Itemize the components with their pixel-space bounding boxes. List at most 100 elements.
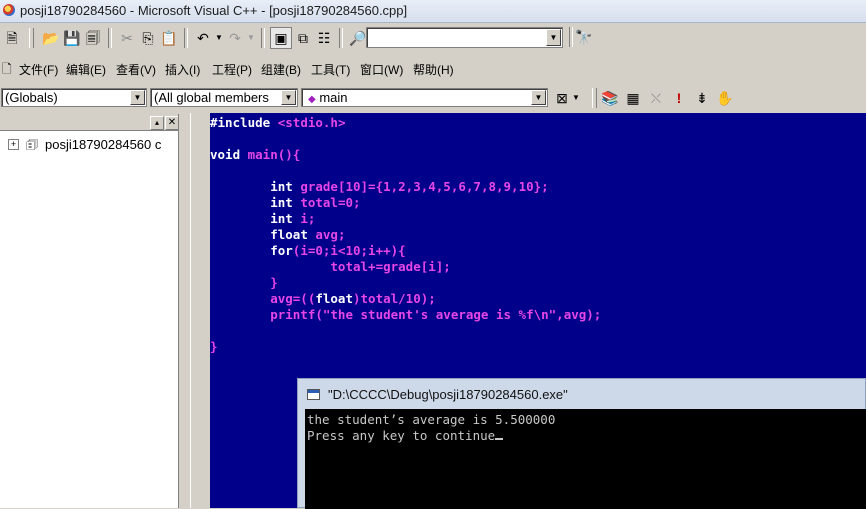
title-bar: posji18790284560 - Microsoft Visual C++ … [0,0,866,23]
undo-icon[interactable]: ↶ [193,28,213,48]
window-list-icon[interactable]: ☷ [314,28,334,48]
code-line-5: int grade[10]={1,2,3,4,5,6,7,8,9,10}; [210,179,549,194]
code-line-6: int total=0; [210,195,361,210]
menu-view[interactable]: 查看(V) [116,61,156,78]
code-line-3: void main(){ [210,147,300,162]
function-combo-text: ◆ main [308,90,348,105]
project-icon: 🗊 [26,137,39,152]
window-title: posji18790284560 - Microsoft Visual C++ … [20,3,408,18]
tree-item-project[interactable]: posji18790284560 c [45,137,175,152]
code-keyword: float [315,291,353,306]
code-line-15: } [210,339,218,354]
workspace-pane [0,114,178,508]
compile-icon[interactable]: 📚 [600,88,620,108]
menu-project[interactable]: 工程(P) [212,61,252,78]
console-line-2-text: Press any key to continue [307,428,496,443]
save-all-icon[interactable]: 🗐 [83,28,103,48]
open-folder-icon[interactable]: 📂 [41,28,61,48]
code-keyword: #include [210,115,271,130]
members-combo[interactable]: (All global members ▼ [150,88,298,107]
app-icon [3,4,15,16]
code-text-segment: avg=(( [210,291,316,306]
code-keyword: for [270,243,293,258]
menu-file[interactable]: 文件(F) [19,61,58,78]
console-line-1: the student’s average is 5.500000 [307,412,556,427]
code-text-segment: (i=0;i<10;i++){ [292,243,406,258]
code-text-segment: grade[10]={1,2,3,4,5,6,7,8,9,10}; [292,179,549,194]
code-text-segment: )total/10); [353,291,436,306]
chevron-down-icon[interactable]: ▼ [531,90,546,105]
code-line-13: printf("the student's average is %f\n",a… [210,307,602,322]
code-text-segment: main(){ [240,147,301,162]
code-text[interactable]: #include <stdio.h> void main(){ int grad… [210,115,601,355]
new-text-file-icon[interactable]: 🗎 [2,28,22,48]
toolbar-separator [184,28,188,48]
scope-combo-value: (Globals) [5,90,58,105]
cut-icon[interactable]: ✂ [117,28,137,48]
scope-combo[interactable]: (Globals) ▼ [1,88,147,107]
code-text-segment: i; [292,211,316,226]
code-line-8: float avg; [210,227,346,242]
code-keyword: int [270,195,293,210]
code-line-10: total+=grade[i]; [210,259,451,274]
function-combo-value: main [319,90,348,105]
toolbar-separator [569,27,573,47]
workspace-window-icon[interactable]: ▣ [270,27,292,49]
go-debug-icon[interactable]: ⇟ [692,88,712,108]
console-icon [307,389,320,400]
code-line-9: for(i=0;i<10;i++){ [210,243,406,258]
redo-icon[interactable]: ↷ [225,28,245,48]
code-line-7: int i; [210,211,315,226]
standard-toolbar: 🗎 📂 💾 🗐 ✂ ⎘ 📋 ↶ ▼ ↷ ▼ ▣ ⧉ ☷ 🔎 ▼ 🔭 [0,23,866,51]
menu-tools[interactable]: 工具(T) [311,61,350,78]
doc-icon: 🗋 [2,62,12,76]
console-window[interactable]: "D:\CCCC\Debug\posji18790284560.exe" the… [297,378,866,509]
undo-dropdown-icon[interactable]: ▼ [214,28,224,48]
code-keyword: void [210,147,241,162]
stop-build-icon[interactable]: ⛌ [646,88,666,108]
code-line-11: } [210,275,278,290]
code-text-segment: avg; [307,227,346,242]
breakpoint-hand-icon[interactable]: ✋ [715,88,735,108]
code-keyword: int [270,211,293,226]
code-line-12: avg=((float)total/10); [210,291,436,306]
function-combo[interactable]: ◆ main ▼ [301,88,548,107]
code-text-segment: total=0; [292,195,361,210]
chevron-down-icon[interactable]: ▼ [546,29,561,46]
menu-window[interactable]: 窗口(W) [360,61,403,78]
toolbar-grip [29,28,34,48]
menu-edit[interactable]: 编辑(E) [66,61,106,78]
pane-restore-icon[interactable]: ▴ [150,116,164,130]
find-combo[interactable]: ▼ [366,27,563,48]
redo-dropdown-icon[interactable]: ▼ [246,28,256,48]
output-window-icon[interactable]: ⧉ [293,28,313,48]
search-binoculars-icon[interactable]: 🔭 [574,27,594,47]
menu-build[interactable]: 组建(B) [261,61,301,78]
wizard-bar: (Globals) ▼ (All global members ▼ ◆ main… [0,85,866,111]
copy-icon[interactable]: ⎘ [138,28,158,48]
toolbar-separator [261,28,265,48]
console-title: "D:\CCCC\Debug\posji18790284560.exe" [328,387,568,402]
find-in-files-icon[interactable]: 🔎 [348,28,368,48]
console-output[interactable]: the student’s average is 5.500000 Press … [305,409,866,509]
menu-help[interactable]: 帮助(H) [413,61,454,78]
text-cursor [495,438,504,440]
function-icon: ◆ [308,94,316,105]
chevron-down-icon[interactable]: ▼ [281,90,296,105]
tree-expand-icon[interactable]: + [8,139,19,150]
paste-icon[interactable]: 📋 [159,28,179,48]
code-keyword: int [270,179,293,194]
menu-insert[interactable]: 插入(I) [165,61,200,78]
wizard-action-icon[interactable]: ⊠ [552,88,572,108]
menu-bar: 🗋 文件(F) 编辑(E) 查看(V) 插入(I) 工程(P) 组建(B) 工具… [0,55,866,81]
chevron-down-icon[interactable]: ▼ [130,90,145,105]
wizard-action-dropdown-icon[interactable]: ▼ [570,88,582,108]
toolbar-grip [592,88,597,108]
build-icon[interactable]: ▦ [623,88,643,108]
pane-close-icon[interactable]: ✕ [165,116,179,130]
execute-icon[interactable]: ! [669,88,689,108]
save-icon[interactable]: 💾 [62,28,82,48]
